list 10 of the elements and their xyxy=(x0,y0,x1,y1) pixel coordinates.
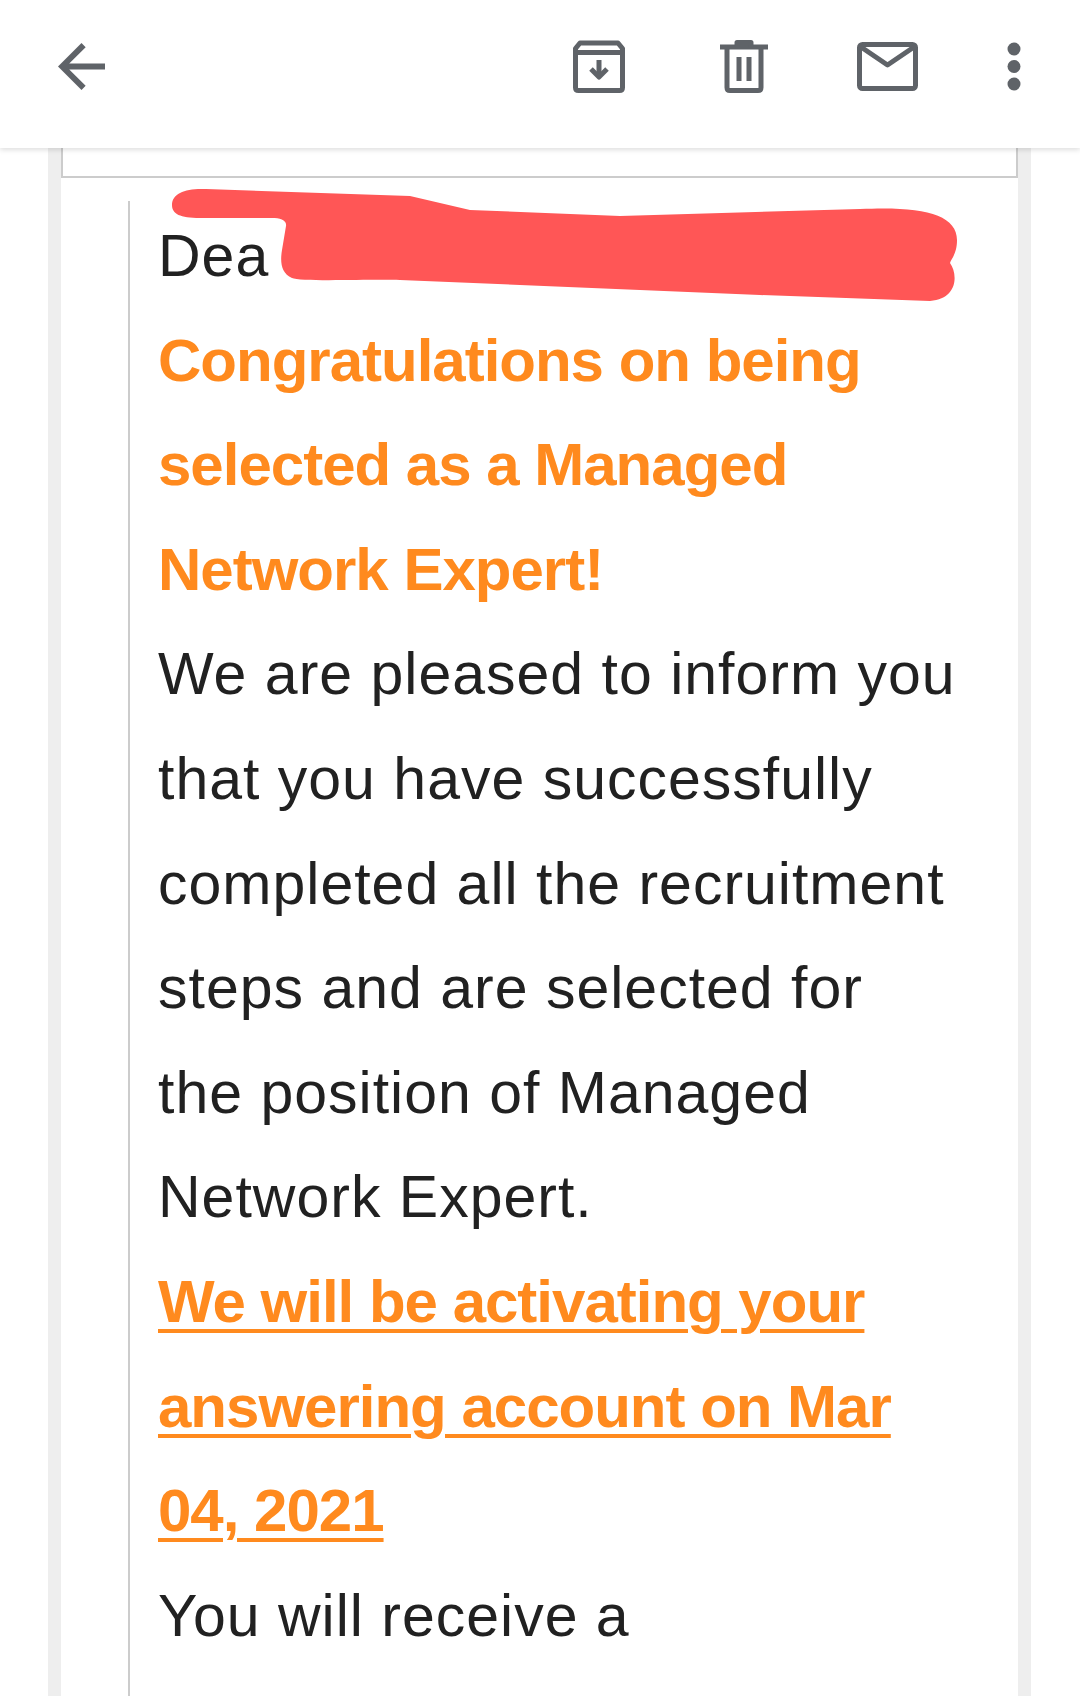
envelope-icon[interactable] xyxy=(857,41,918,91)
greeting-text: Dea xyxy=(158,222,271,291)
archive-icon[interactable] xyxy=(573,39,625,93)
activation-link[interactable]: We will be activating your answering account on Mar 04, 2021 xyxy=(158,1249,961,1564)
message-paragraph: You will receive a xyxy=(158,1581,631,1651)
congratulations-heading: Congratulations on being selected as a Managed Network Expert! xyxy=(158,325,862,605)
trash-icon[interactable] xyxy=(720,39,768,93)
message-paragraph: We are pleased to inform you that you have successfully completed all the recruitment steps and are selected for the position of Managed Network Expert. xyxy=(158,640,957,1233)
more-options-icon[interactable] xyxy=(1007,41,1021,91)
back-arrow-icon[interactable] xyxy=(58,42,105,90)
